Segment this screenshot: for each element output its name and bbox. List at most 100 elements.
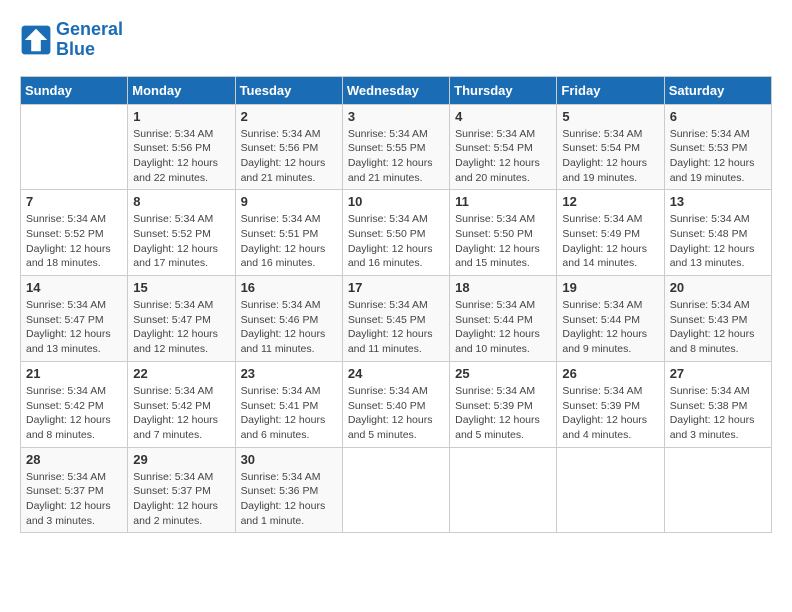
- calendar-cell: [450, 447, 557, 533]
- calendar-week-row: 14 Sunrise: 5:34 AMSunset: 5:47 PMDayligh…: [21, 276, 772, 362]
- day-number: 26: [562, 366, 658, 381]
- calendar-cell: [342, 447, 449, 533]
- day-info: Sunrise: 5:34 AMSunset: 5:53 PMDaylight:…: [670, 127, 766, 186]
- calendar-cell: 21 Sunrise: 5:34 AMSunset: 5:42 PMDayligh…: [21, 361, 128, 447]
- calendar-week-row: 21 Sunrise: 5:34 AMSunset: 5:42 PMDayligh…: [21, 361, 772, 447]
- day-number: 18: [455, 280, 551, 295]
- day-info: Sunrise: 5:34 AMSunset: 5:48 PMDaylight:…: [670, 212, 766, 271]
- day-number: 27: [670, 366, 766, 381]
- header: General Blue: [20, 20, 772, 60]
- day-info: Sunrise: 5:34 AMSunset: 5:55 PMDaylight:…: [348, 127, 444, 186]
- calendar-cell: 8 Sunrise: 5:34 AMSunset: 5:52 PMDaylight…: [128, 190, 235, 276]
- day-number: 20: [670, 280, 766, 295]
- day-number: 28: [26, 452, 122, 467]
- day-number: 10: [348, 194, 444, 209]
- day-number: 29: [133, 452, 229, 467]
- day-info: Sunrise: 5:34 AMSunset: 5:37 PMDaylight:…: [133, 470, 229, 529]
- day-info: Sunrise: 5:34 AMSunset: 5:42 PMDaylight:…: [26, 384, 122, 443]
- calendar-table: SundayMondayTuesdayWednesdayThursdayFrid…: [20, 76, 772, 534]
- calendar-cell: [557, 447, 664, 533]
- calendar-cell: 1 Sunrise: 5:34 AMSunset: 5:56 PMDaylight…: [128, 104, 235, 190]
- calendar-cell: 14 Sunrise: 5:34 AMSunset: 5:47 PMDayligh…: [21, 276, 128, 362]
- day-number: 4: [455, 109, 551, 124]
- calendar-cell: 29 Sunrise: 5:34 AMSunset: 5:37 PMDayligh…: [128, 447, 235, 533]
- logo: General Blue: [20, 20, 123, 60]
- day-info: Sunrise: 5:34 AMSunset: 5:54 PMDaylight:…: [455, 127, 551, 186]
- day-info: Sunrise: 5:34 AMSunset: 5:47 PMDaylight:…: [133, 298, 229, 357]
- day-info: Sunrise: 5:34 AMSunset: 5:54 PMDaylight:…: [562, 127, 658, 186]
- day-number: 23: [241, 366, 337, 381]
- calendar-cell: 4 Sunrise: 5:34 AMSunset: 5:54 PMDaylight…: [450, 104, 557, 190]
- day-info: Sunrise: 5:34 AMSunset: 5:49 PMDaylight:…: [562, 212, 658, 271]
- calendar-cell: 25 Sunrise: 5:34 AMSunset: 5:39 PMDayligh…: [450, 361, 557, 447]
- day-number: 7: [26, 194, 122, 209]
- day-number: 21: [26, 366, 122, 381]
- calendar-cell: [21, 104, 128, 190]
- day-number: 3: [348, 109, 444, 124]
- day-info: Sunrise: 5:34 AMSunset: 5:40 PMDaylight:…: [348, 384, 444, 443]
- calendar-cell: 17 Sunrise: 5:34 AMSunset: 5:45 PMDayligh…: [342, 276, 449, 362]
- day-number: 24: [348, 366, 444, 381]
- day-info: Sunrise: 5:34 AMSunset: 5:47 PMDaylight:…: [26, 298, 122, 357]
- day-info: Sunrise: 5:34 AMSunset: 5:52 PMDaylight:…: [133, 212, 229, 271]
- day-number: 1: [133, 109, 229, 124]
- weekday-header: Saturday: [664, 76, 771, 104]
- day-info: Sunrise: 5:34 AMSunset: 5:37 PMDaylight:…: [26, 470, 122, 529]
- day-number: 15: [133, 280, 229, 295]
- calendar-cell: 3 Sunrise: 5:34 AMSunset: 5:55 PMDaylight…: [342, 104, 449, 190]
- weekday-header: Thursday: [450, 76, 557, 104]
- day-info: Sunrise: 5:34 AMSunset: 5:38 PMDaylight:…: [670, 384, 766, 443]
- day-info: Sunrise: 5:34 AMSunset: 5:43 PMDaylight:…: [670, 298, 766, 357]
- calendar-cell: 10Sunrise: 5:34 AMSunset: 5:50 PMDayligh…: [342, 190, 449, 276]
- day-info: Sunrise: 5:34 AMSunset: 5:39 PMDaylight:…: [562, 384, 658, 443]
- day-number: 25: [455, 366, 551, 381]
- day-number: 22: [133, 366, 229, 381]
- day-info: Sunrise: 5:34 AMSunset: 5:44 PMDaylight:…: [562, 298, 658, 357]
- calendar-cell: 7Sunrise: 5:34 AMSunset: 5:52 PMDaylight…: [21, 190, 128, 276]
- day-number: 8: [133, 194, 229, 209]
- day-number: 11: [455, 194, 551, 209]
- day-number: 30: [241, 452, 337, 467]
- calendar-cell: 18 Sunrise: 5:34 AMSunset: 5:44 PMDayligh…: [450, 276, 557, 362]
- day-number: 2: [241, 109, 337, 124]
- calendar-week-row: 28 Sunrise: 5:34 AMSunset: 5:37 PMDayligh…: [21, 447, 772, 533]
- day-number: 9: [241, 194, 337, 209]
- calendar-cell: 20 Sunrise: 5:34 AMSunset: 5:43 PMDayligh…: [664, 276, 771, 362]
- day-info: Sunrise: 5:34 AMSunset: 5:50 PMDaylight:…: [455, 212, 551, 271]
- calendar-cell: [664, 447, 771, 533]
- day-info: Sunrise: 5:34 AMSunset: 5:45 PMDaylight:…: [348, 298, 444, 357]
- day-info: Sunrise: 5:34 AMSunset: 5:56 PMDaylight:…: [133, 127, 229, 186]
- day-number: 17: [348, 280, 444, 295]
- calendar-cell: 6 Sunrise: 5:34 AMSunset: 5:53 PMDaylight…: [664, 104, 771, 190]
- day-info: Sunrise: 5:34 AMSunset: 5:39 PMDaylight:…: [455, 384, 551, 443]
- day-number: 12: [562, 194, 658, 209]
- calendar-cell: 15 Sunrise: 5:34 AMSunset: 5:47 PMDayligh…: [128, 276, 235, 362]
- calendar-cell: 5Sunrise: 5:34 AMSunset: 5:54 PMDaylight…: [557, 104, 664, 190]
- day-number: 16: [241, 280, 337, 295]
- weekday-header: Sunday: [21, 76, 128, 104]
- calendar-cell: 19Sunrise: 5:34 AMSunset: 5:44 PMDayligh…: [557, 276, 664, 362]
- calendar-cell: 27 Sunrise: 5:34 AMSunset: 5:38 PMDayligh…: [664, 361, 771, 447]
- calendar-cell: 11 Sunrise: 5:34 AMSunset: 5:50 PMDayligh…: [450, 190, 557, 276]
- calendar-week-row: 7 Sunrise: 5:34 AMSunset: 5:52 PMDaylight…: [21, 190, 772, 276]
- day-number: 14: [26, 280, 122, 295]
- calendar-cell: 24 Sunrise: 5:34 AMSunset: 5:40 PMDayligh…: [342, 361, 449, 447]
- weekday-header: Monday: [128, 76, 235, 104]
- day-number: 6: [670, 109, 766, 124]
- calendar-cell: 2Sunrise: 5:34 AMSunset: 5:56 PMDaylight…: [235, 104, 342, 190]
- day-number: 13: [670, 194, 766, 209]
- weekday-header: Friday: [557, 76, 664, 104]
- logo-text: General Blue: [56, 20, 123, 60]
- calendar-cell: 13 Sunrise: 5:34 AMSunset: 5:48 PMDayligh…: [664, 190, 771, 276]
- day-info: Sunrise: 5:34 AMSunset: 5:44 PMDaylight:…: [455, 298, 551, 357]
- day-info: Sunrise: 5:34 AMSunset: 5:36 PMDaylight:…: [241, 470, 337, 529]
- logo-icon: [20, 24, 52, 56]
- calendar-week-row: 1 Sunrise: 5:34 AMSunset: 5:56 PMDaylight…: [21, 104, 772, 190]
- calendar-cell: 26 Sunrise: 5:34 AMSunset: 5:39 PMDayligh…: [557, 361, 664, 447]
- day-info: Sunrise: 5:34 AMSunset: 5:46 PMDaylight:…: [241, 298, 337, 357]
- calendar-cell: 12 Sunrise: 5:34 AMSunset: 5:49 PMDayligh…: [557, 190, 664, 276]
- weekday-header: Tuesday: [235, 76, 342, 104]
- calendar-cell: 28 Sunrise: 5:34 AMSunset: 5:37 PMDayligh…: [21, 447, 128, 533]
- calendar-cell: 30 Sunrise: 5:34 AMSunset: 5:36 PMDayligh…: [235, 447, 342, 533]
- calendar-header: SundayMondayTuesdayWednesdayThursdayFrid…: [21, 76, 772, 104]
